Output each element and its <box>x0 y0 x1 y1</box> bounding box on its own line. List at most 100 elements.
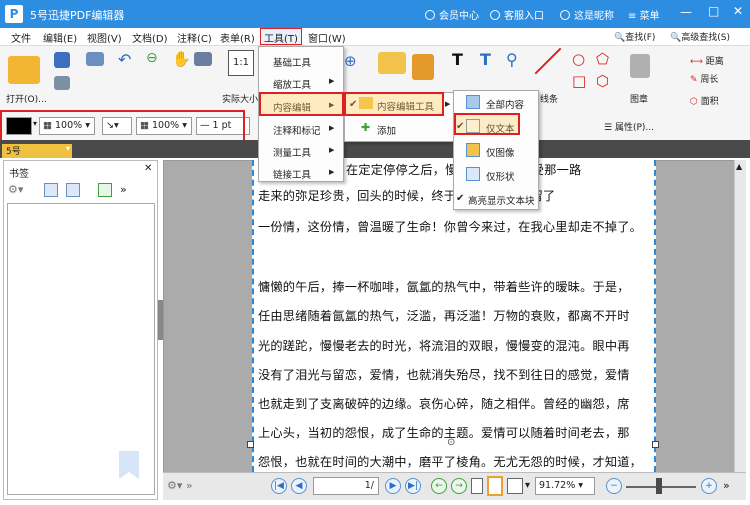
edit-content-icon[interactable] <box>378 52 406 74</box>
document-line: 一份情，这份情，曾温暖了生命！你曾今来过，在我心里却走不掉了。 <box>258 220 643 234</box>
tab-dropdown-icon[interactable]: ▾ <box>62 144 74 158</box>
highlight-box-content-edit <box>259 92 344 116</box>
advanced-find-button[interactable]: 🔍高级查找(S) <box>670 30 730 43</box>
text-box-icon[interactable]: T <box>452 50 463 69</box>
user-account[interactable]: 这是昵称 <box>560 7 614 22</box>
polygon-shape-icon[interactable]: ⬡ <box>596 72 609 90</box>
member-center-link[interactable]: 会员中心 <box>425 7 479 22</box>
window-title: 5号迅捷PDF编辑器 <box>30 9 125 22</box>
menu-window[interactable]: 窗口(W) <box>308 30 346 45</box>
submenu-arrow-icon: ▶ <box>329 146 335 154</box>
circle-shape-icon[interactable]: ○ <box>572 50 585 68</box>
menu-item-shape-only[interactable]: 仅形状 <box>486 169 515 183</box>
menu-form[interactable]: 表单(R) <box>220 30 255 45</box>
single-page-icon[interactable] <box>471 478 483 494</box>
menu-item-zoom-tools[interactable]: 缩放工具 <box>273 77 311 91</box>
camera-icon[interactable] <box>194 52 212 66</box>
back-view-icon[interactable]: ← <box>431 478 447 494</box>
attach-icon[interactable]: ⚲ <box>506 50 518 69</box>
open-button-label[interactable]: 打开(O)... <box>6 92 47 105</box>
stamp-label: 图章 <box>630 95 649 105</box>
submenu-arrow-icon: ▶ <box>329 124 335 132</box>
actual-size-icon[interactable]: 1:1 <box>228 50 254 76</box>
print-icon[interactable] <box>54 76 70 90</box>
close-button[interactable]: ✕ <box>733 4 743 18</box>
area-button[interactable]: ⬡ 面积 <box>690 94 719 107</box>
document-line: 慵懒的午后，捧一杯咖啡，氤氲的热气中，带着些许的暧昧。于是， <box>258 280 630 294</box>
main-menu-button[interactable]: ≡ 菜单 <box>628 7 660 22</box>
email-icon[interactable] <box>86 52 104 66</box>
undo-icon[interactable]: ↶ <box>118 50 131 69</box>
status-more-icon[interactable]: » <box>723 479 730 492</box>
customer-service-link[interactable]: 客服入口 <box>490 7 544 22</box>
forward-view-icon[interactable]: → <box>451 478 467 494</box>
zoom-slider-handle[interactable] <box>656 478 662 494</box>
add-bookmark-icon[interactable] <box>98 183 112 197</box>
continuous-page-icon[interactable] <box>487 476 503 496</box>
zoom-in-icon[interactable]: + <box>701 478 717 494</box>
find-button[interactable]: 🔍查找(F) <box>614 30 655 43</box>
last-page-icon[interactable]: ▶| <box>405 478 421 494</box>
menu-item-all-content[interactable]: 全部内容 <box>486 97 524 111</box>
line-tool-icon[interactable] <box>534 47 562 75</box>
highlight-box-text-only <box>454 113 520 135</box>
scroll-up-icon[interactable]: ▲ <box>736 162 742 171</box>
menu-item-basic-tools[interactable]: 基础工具 <box>273 55 311 69</box>
typewriter-icon[interactable]: T <box>480 50 491 69</box>
submenu-arrow-icon: ▶ <box>329 168 335 176</box>
hamburger-icon: ≡ <box>628 11 640 22</box>
menu-tools[interactable]: 工具(T) <box>260 28 302 45</box>
expand-bookmark-icon[interactable] <box>66 183 80 197</box>
image-only-icon <box>466 143 480 157</box>
menu-file[interactable]: 文件 <box>11 30 31 45</box>
hand-icon[interactable]: ✋ <box>172 50 191 68</box>
distance-button[interactable]: ⟷ 距离 <box>690 54 724 67</box>
more-icon[interactable]: » <box>120 183 127 196</box>
maximize-button[interactable]: □ <box>708 4 719 18</box>
next-page-icon[interactable]: ▶ <box>385 478 401 494</box>
folder-open-icon[interactable] <box>8 56 40 84</box>
zoom-icon[interactable]: ⊕ <box>344 52 357 70</box>
menu-item-image-only[interactable]: 仅图像 <box>486 145 515 159</box>
rotate-handle-icon[interactable]: ⊙ <box>447 437 455 448</box>
submenu-arrow-icon: ▶ <box>445 100 451 108</box>
properties-button[interactable]: ☰ 属性(P)... <box>604 120 654 133</box>
perimeter-button[interactable]: ✎ 周长 <box>690 72 718 85</box>
prev-page-icon[interactable]: ◀ <box>291 478 307 494</box>
status-gear-icon[interactable]: ⚙▾ » <box>167 479 193 492</box>
panel-close-icon[interactable]: ✕ <box>144 163 152 174</box>
menu-item-add[interactable]: 添加 <box>377 123 396 137</box>
app-logo-icon: P <box>5 5 23 23</box>
menu-item-annotate[interactable]: 注释和标记 <box>273 123 321 137</box>
new-bookmark-icon[interactable] <box>44 183 58 197</box>
stamp-icon[interactable] <box>630 54 650 78</box>
avatar-icon <box>560 10 570 20</box>
all-content-icon <box>466 95 480 109</box>
content-edit-tools-submenu: 全部内容 ✔ 仅文本 仅图像 仅形状 ✔ 高亮显示文本块 <box>453 90 539 210</box>
first-page-icon[interactable]: |◀ <box>271 478 287 494</box>
zoom-select[interactable]: 91.72% ▾ <box>535 477 595 495</box>
minimize-button[interactable]: — <box>680 5 692 19</box>
back-icon[interactable]: ⊖ <box>146 50 158 66</box>
menu-item-highlight-text-blocks[interactable]: 高亮显示文本块 <box>468 193 535 207</box>
bookmark-panel-title: 书签 <box>9 169 29 180</box>
title-bar: P 5号迅捷PDF编辑器 会员中心 客服入口 这是昵称 ≡ 菜单 — □ ✕ <box>0 0 750 28</box>
zoom-out-icon[interactable]: − <box>606 478 622 494</box>
gear-icon[interactable]: ⚙▾ <box>8 183 23 196</box>
menu-comment[interactable]: 注释(C) <box>177 30 212 45</box>
page-number-input[interactable]: 1/ <box>313 477 379 495</box>
menu-edit[interactable]: 编辑(E) <box>43 30 77 45</box>
menu-document[interactable]: 文档(D) <box>132 30 168 45</box>
more-views-icon[interactable]: ▾ <box>525 480 530 491</box>
save-icon[interactable] <box>54 52 70 68</box>
vertical-scrollbar[interactable] <box>734 160 746 472</box>
pentagon-shape-icon[interactable]: ⬠ <box>596 50 609 68</box>
square-shape-icon[interactable]: □ <box>572 72 586 90</box>
selection-handle[interactable] <box>247 441 254 448</box>
selection-handle[interactable] <box>652 441 659 448</box>
menu-view[interactable]: 视图(V) <box>87 30 122 45</box>
menu-item-link[interactable]: 链接工具 <box>273 167 311 181</box>
facing-page-icon[interactable] <box>507 478 523 494</box>
menu-item-measure[interactable]: 测量工具 <box>273 145 311 159</box>
pencil-icon[interactable] <box>412 54 434 80</box>
